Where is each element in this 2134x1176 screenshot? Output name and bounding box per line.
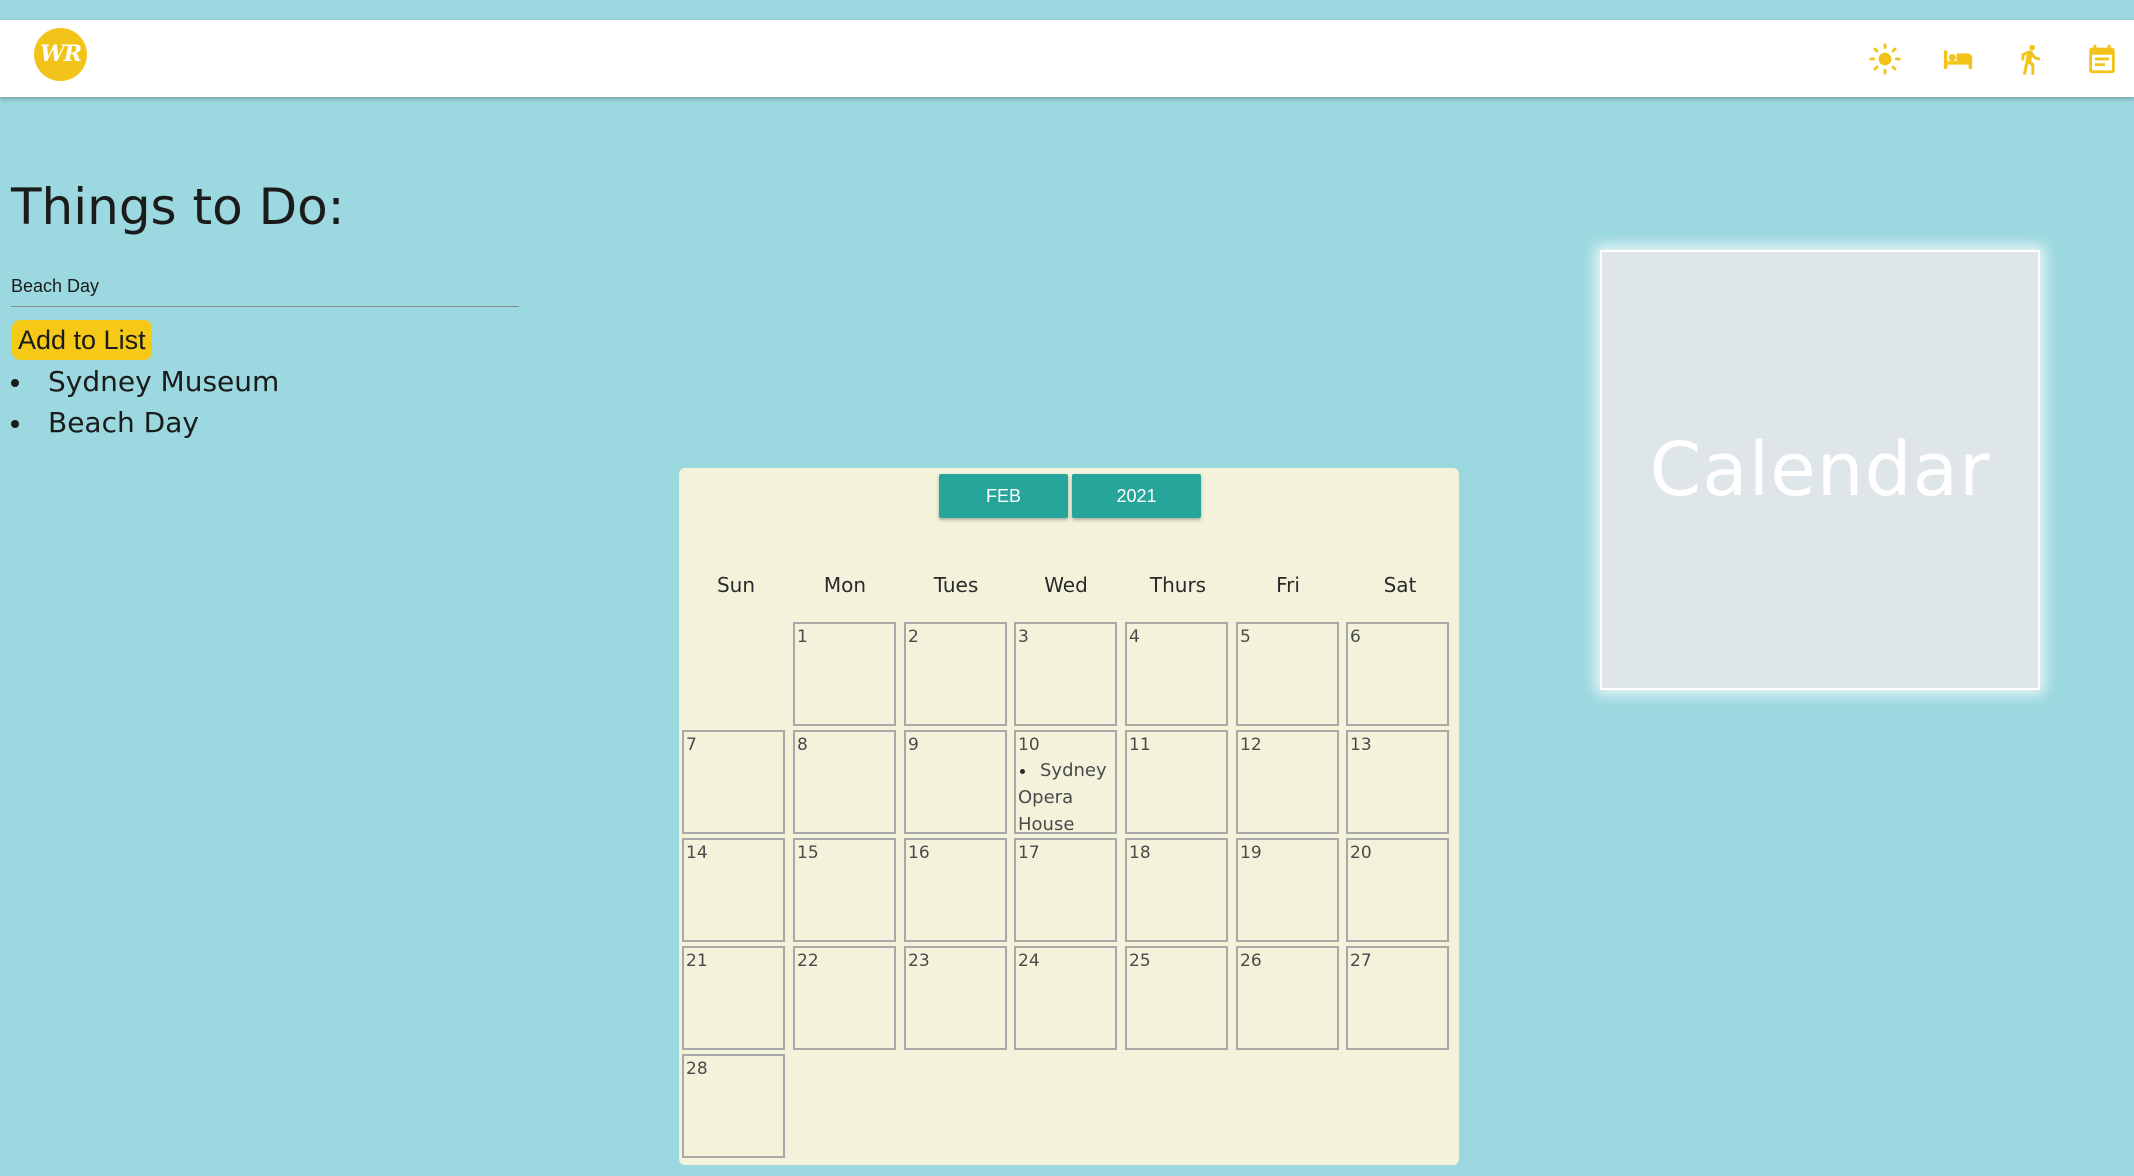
- day-number: 2: [908, 627, 919, 647]
- day-number: 20: [1350, 843, 1372, 863]
- add-to-list-button[interactable]: Add to List: [12, 320, 152, 360]
- hotel-bed-icon[interactable]: [1941, 42, 1975, 76]
- calendar-day-7[interactable]: 7: [682, 730, 785, 834]
- list-item: Sydney Museum: [11, 361, 279, 402]
- calendar-day-17[interactable]: 17: [1014, 838, 1117, 942]
- weekday-header-fri: Fri: [1276, 573, 1300, 597]
- day-event-list: Sydney Opera House: [1018, 757, 1113, 832]
- calendar-day-2[interactable]: 2: [904, 622, 1007, 726]
- calendar-day-22[interactable]: 22: [793, 946, 896, 1050]
- day-number: 14: [686, 843, 708, 863]
- year-select-button[interactable]: 2021: [1072, 474, 1201, 518]
- day-number: 13: [1350, 735, 1372, 755]
- calendar-day-16[interactable]: 16: [904, 838, 1007, 942]
- month-select-button[interactable]: FEB: [939, 474, 1068, 518]
- day-number: 17: [1018, 843, 1040, 863]
- calendar-day-20[interactable]: 20: [1346, 838, 1449, 942]
- weekday-header-sun: Sun: [716, 573, 756, 597]
- day-number: 16: [908, 843, 930, 863]
- calendar-day-14[interactable]: 14: [682, 838, 785, 942]
- weekday-header-mon: Mon: [823, 573, 867, 597]
- calendar-day-19[interactable]: 19: [1236, 838, 1339, 942]
- weekday-header-tues: Tues: [933, 573, 979, 597]
- todo-input[interactable]: [11, 266, 519, 307]
- calendar-day-21[interactable]: 21: [682, 946, 785, 1050]
- day-number: 21: [686, 951, 708, 971]
- day-number: 12: [1240, 735, 1262, 755]
- list-item: Beach Day: [11, 402, 279, 443]
- day-number: 18: [1129, 843, 1151, 863]
- calendar-day-1[interactable]: 1: [793, 622, 896, 726]
- day-number: 4: [1129, 627, 1140, 647]
- day-number: 28: [686, 1059, 708, 1079]
- day-number: 19: [1240, 843, 1262, 863]
- calendar-day-25[interactable]: 25: [1125, 946, 1228, 1050]
- todo-item-label: Sydney Museum: [48, 365, 280, 398]
- day-number: 5: [1240, 627, 1251, 647]
- calendar-empty-cell: [682, 622, 785, 726]
- calendar-day-18[interactable]: 18: [1125, 838, 1228, 942]
- page-title: Things to Do:: [11, 178, 345, 236]
- weekday-header-thurs: Thurs: [1149, 573, 1207, 597]
- day-number: 27: [1350, 951, 1372, 971]
- day-number: 15: [797, 843, 819, 863]
- calendar-day-5[interactable]: 5: [1236, 622, 1339, 726]
- calendar-event[interactable]: Sydney Opera House: [1018, 757, 1113, 832]
- day-number: 8: [797, 735, 808, 755]
- sun-icon[interactable]: [1868, 42, 1902, 76]
- day-number: 3: [1018, 627, 1029, 647]
- todo-item-label: Beach Day: [48, 406, 199, 439]
- day-number: 9: [908, 735, 919, 755]
- calendar-day-6[interactable]: 6: [1346, 622, 1449, 726]
- calendar-day-3[interactable]: 3: [1014, 622, 1117, 726]
- calendar-widget: FEB 2021 Sun Mon Tues Wed Thurs Fri Sat 1 2 3 4 5 6 7…: [679, 468, 1459, 1165]
- day-number: 22: [797, 951, 819, 971]
- calendar-day-24[interactable]: 24: [1014, 946, 1117, 1050]
- calendar-day-26[interactable]: 26: [1236, 946, 1339, 1050]
- calendar-day-13[interactable]: 13: [1346, 730, 1449, 834]
- day-number: 24: [1018, 951, 1040, 971]
- calendar-day-12[interactable]: 12: [1236, 730, 1339, 834]
- calendar-card-label: Calendar: [1649, 427, 1991, 513]
- calendar-day-10[interactable]: 10 Sydney Opera House: [1014, 730, 1117, 834]
- weekday-header-wed: Wed: [1044, 573, 1088, 597]
- calendar-day-11[interactable]: 11: [1125, 730, 1228, 834]
- calendar-day-27[interactable]: 27: [1346, 946, 1449, 1050]
- day-number: 6: [1350, 627, 1361, 647]
- walking-person-icon[interactable]: [2013, 42, 2047, 76]
- day-number: 25: [1129, 951, 1151, 971]
- calendar-day-9[interactable]: 9: [904, 730, 1007, 834]
- calendar-day-4[interactable]: 4: [1125, 622, 1228, 726]
- day-number: 1: [797, 627, 808, 647]
- weekday-header-sat: Sat: [1383, 573, 1417, 597]
- calendar-day-23[interactable]: 23: [904, 946, 1007, 1050]
- day-number: 26: [1240, 951, 1262, 971]
- day-number: 10: [1018, 735, 1040, 755]
- calendar-day-8[interactable]: 8: [793, 730, 896, 834]
- calendar-day-28[interactable]: 28: [682, 1054, 785, 1158]
- day-number: 7: [686, 735, 697, 755]
- logo[interactable]: WR: [34, 28, 87, 81]
- day-number: 11: [1129, 735, 1151, 755]
- calendar-card[interactable]: Calendar: [1600, 250, 2040, 690]
- day-number: 23: [908, 951, 930, 971]
- top-navbar: WR: [0, 20, 2134, 97]
- todo-list: Sydney Museum Beach Day: [11, 361, 279, 443]
- calendar-day-15[interactable]: 15: [793, 838, 896, 942]
- calendar-icon[interactable]: [2085, 42, 2119, 76]
